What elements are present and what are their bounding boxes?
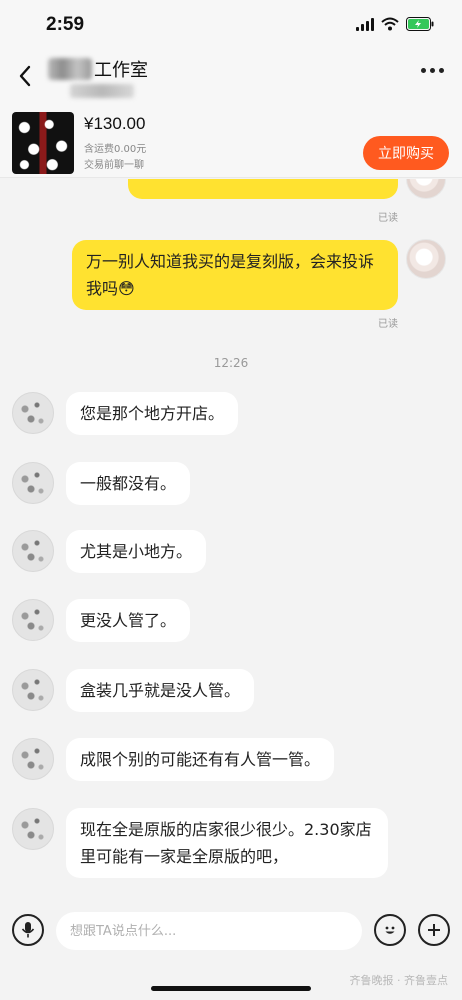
back-arrow-icon[interactable] bbox=[14, 62, 38, 90]
blurred-subtitle bbox=[70, 84, 134, 98]
status-bar: 2:59 bbox=[0, 0, 462, 48]
blurred-name bbox=[48, 58, 92, 80]
incoming-message-text: 您是那个地方开店。 bbox=[80, 404, 225, 423]
wifi-icon bbox=[381, 17, 399, 31]
outgoing-message-text: 万一别人知道我买的是复刻版，会来投诉我吗😳 bbox=[86, 252, 375, 298]
my-avatar bbox=[406, 179, 446, 199]
voice-button[interactable] bbox=[12, 914, 44, 946]
emoji-icon bbox=[385, 926, 395, 934]
input-bar: 齐鲁晚报 · 齐鲁壹点 bbox=[0, 900, 462, 1000]
product-thumbnail[interactable] bbox=[12, 112, 74, 174]
more-options-icon[interactable] bbox=[421, 68, 444, 73]
product-price: ¥130.00 bbox=[84, 114, 146, 133]
partial-outgoing-bubble bbox=[128, 179, 398, 199]
seller-avatar[interactable] bbox=[12, 392, 54, 434]
outgoing-message-bubble[interactable]: 万一别人知道我买的是复刻版，会来投诉我吗😳 bbox=[72, 240, 398, 310]
emoji-button[interactable] bbox=[374, 914, 406, 946]
chat-area[interactable]: 已读 万一别人知道我买的是复刻版，会来投诉我吗😳 已读 12:26 您是那个地方… bbox=[0, 179, 462, 900]
incoming-message-bubble[interactable]: 更没人管了。 bbox=[66, 599, 191, 642]
incoming-message-text: 成限个别的可能还有有人管一管。 bbox=[80, 750, 321, 769]
shipping-info: 含运费0.00元 bbox=[84, 144, 147, 155]
product-bar[interactable]: ¥130.00 含运费0.00元 交易前聊一聊 立即购买 bbox=[0, 108, 462, 178]
incoming-message-bubble[interactable]: 现在全是原版的店家很少很少。2.30家店里可能有一家是全原版的吧， bbox=[66, 808, 388, 878]
incoming-message-bubble[interactable]: 盒装几乎就是没人管。 bbox=[66, 669, 255, 712]
message-input[interactable] bbox=[56, 912, 362, 950]
buy-now-button[interactable]: 立即购买 bbox=[363, 136, 449, 170]
incoming-message-bubble[interactable]: 您是那个地方开店。 bbox=[66, 392, 239, 435]
incoming-message-bubble[interactable]: 尤其是小地方。 bbox=[66, 530, 207, 573]
my-avatar bbox=[406, 239, 446, 279]
home-indicator[interactable] bbox=[151, 986, 311, 991]
read-status: 已读 bbox=[378, 213, 398, 224]
incoming-message-bubble[interactable]: 成限个别的可能还有有人管一管。 bbox=[66, 738, 335, 781]
chat-title: 工作室 bbox=[48, 56, 148, 82]
chat-header: 工作室 bbox=[0, 48, 462, 108]
battery-icon bbox=[406, 17, 434, 31]
pre-chat-note: 交易前聊一聊 bbox=[84, 160, 144, 171]
status-time: 2:59 bbox=[46, 14, 85, 35]
seller-avatar[interactable] bbox=[12, 808, 54, 850]
incoming-message-text: 现在全是原版的店家很少很少。2.30家店里可能有一家是全原版的吧， bbox=[80, 820, 372, 866]
microphone-icon bbox=[21, 922, 35, 938]
incoming-message-text: 盒装几乎就是没人管。 bbox=[80, 681, 241, 700]
seller-avatar[interactable] bbox=[12, 669, 54, 711]
time-separator: 12:26 bbox=[213, 356, 249, 370]
seller-avatar[interactable] bbox=[12, 462, 54, 504]
more-actions-button[interactable] bbox=[418, 914, 450, 946]
seller-avatar[interactable] bbox=[12, 738, 54, 780]
title-suffix: 工作室 bbox=[94, 60, 148, 81]
seller-avatar[interactable] bbox=[12, 530, 54, 572]
watermark: 齐鲁晚报 · 齐鲁壹点 bbox=[349, 974, 449, 987]
plus-icon bbox=[428, 924, 440, 936]
status-icons bbox=[356, 17, 434, 31]
read-status: 已读 bbox=[378, 319, 398, 330]
incoming-message-bubble[interactable]: 一般都没有。 bbox=[66, 462, 191, 505]
incoming-message-text: 更没人管了。 bbox=[80, 611, 177, 630]
incoming-message-text: 一般都没有。 bbox=[80, 474, 177, 493]
seller-avatar[interactable] bbox=[12, 599, 54, 641]
signal-icon bbox=[356, 17, 374, 31]
incoming-message-text: 尤其是小地方。 bbox=[80, 542, 193, 561]
